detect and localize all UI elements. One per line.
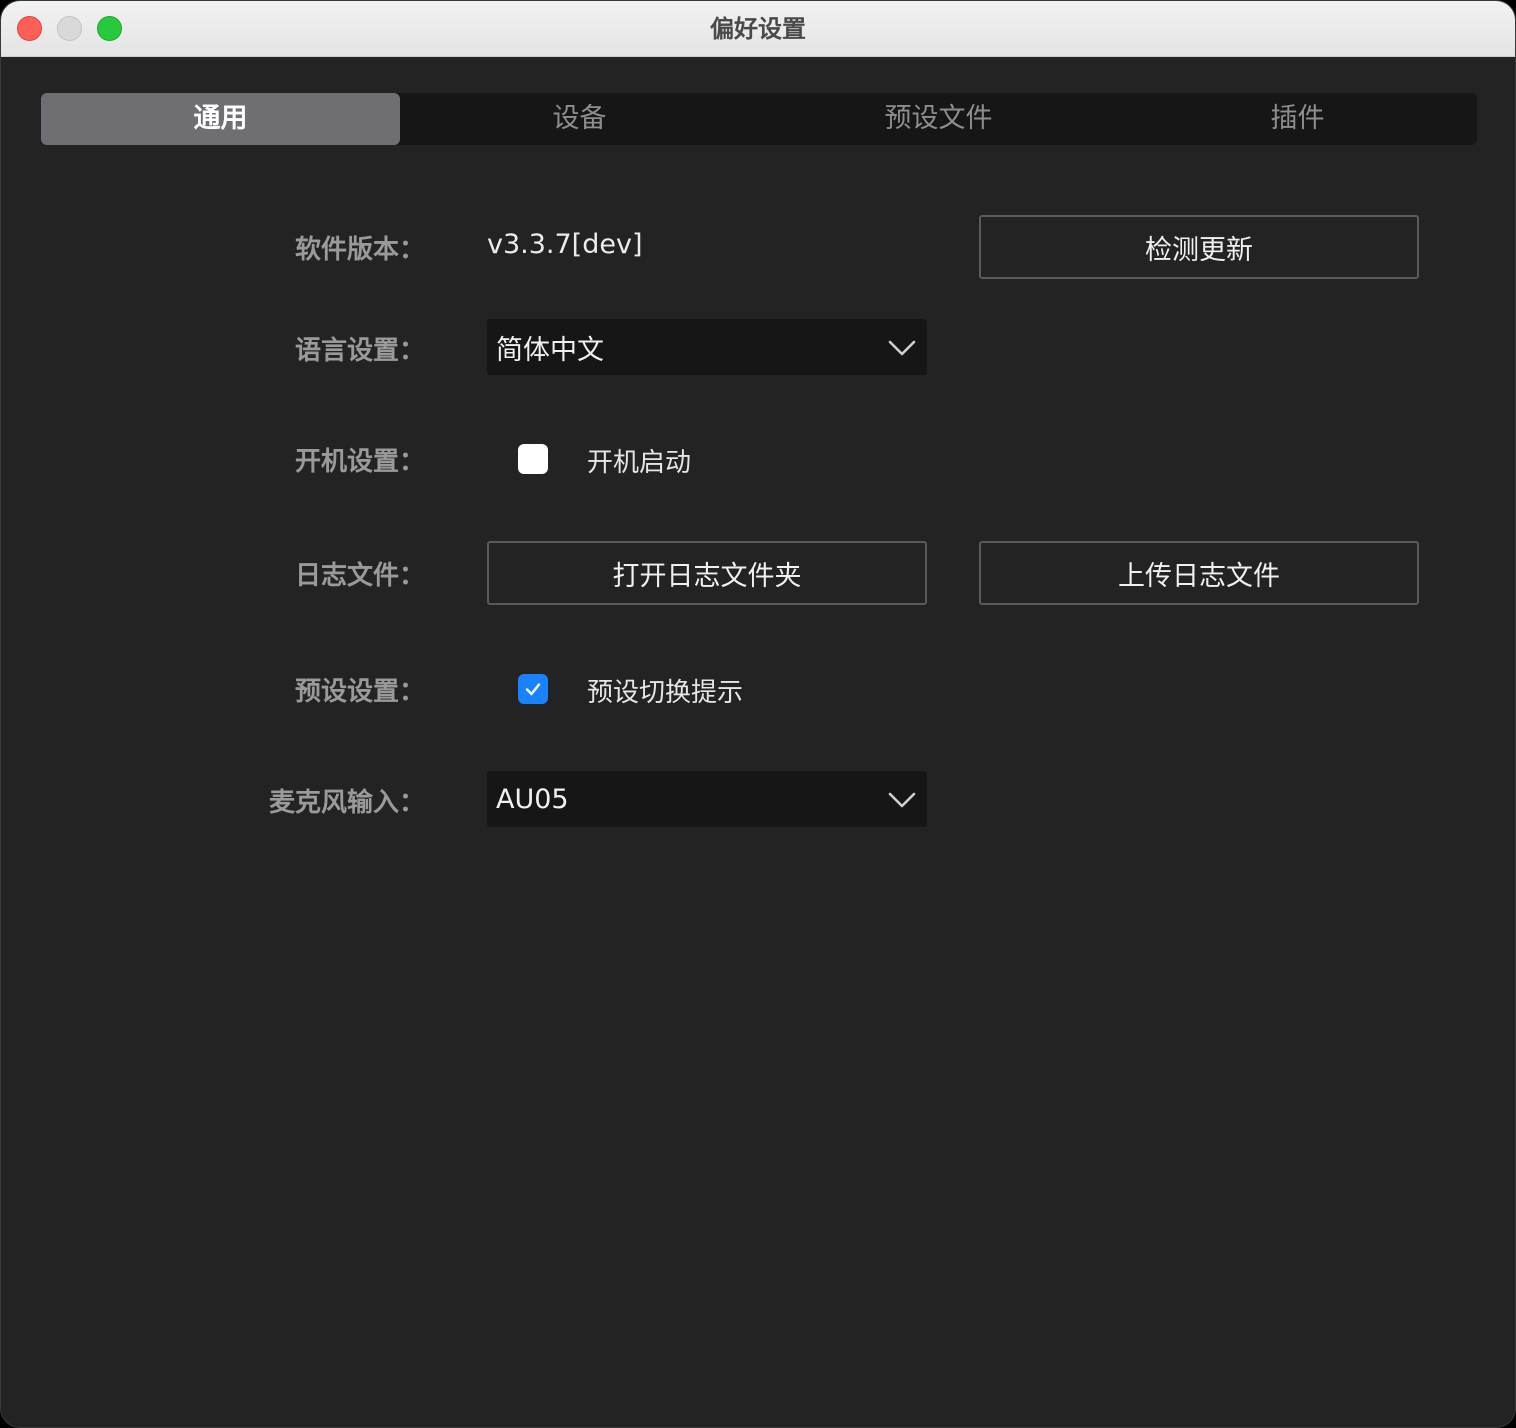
version-value: v3.3.7[dev]: [487, 229, 643, 260]
upload-log-button[interactable]: 上传日志文件: [979, 541, 1419, 605]
tab-general[interactable]: 通用: [41, 93, 400, 145]
window-title: 偏好设置: [710, 15, 806, 43]
tab-bar: 通用 设备 预设文件 插件: [41, 93, 1477, 145]
chevron-down-icon: [888, 340, 916, 356]
language-select-value: 简体中文: [496, 334, 604, 366]
startup-checkbox-label[interactable]: 开机启动: [587, 442, 691, 479]
preset-switch-prompt-label[interactable]: 预设切换提示: [587, 672, 743, 709]
microphone-select[interactable]: AU05: [487, 771, 927, 827]
tab-presets[interactable]: 预设文件: [759, 93, 1118, 145]
log-label: 日志文件：: [294, 561, 425, 591]
microphone-label: 麦克风输入：: [268, 788, 425, 818]
language-label: 语言设置：: [294, 336, 425, 366]
startup-label: 开机设置：: [294, 447, 425, 477]
startup-checkbox[interactable]: [518, 444, 548, 474]
open-log-folder-button[interactable]: 打开日志文件夹: [487, 541, 927, 605]
chevron-down-icon: [888, 792, 916, 808]
microphone-select-value: AU05: [496, 783, 569, 815]
version-label: 软件版本：: [294, 235, 425, 265]
title-bar[interactable]: 偏好设置: [1, 1, 1515, 57]
tab-plugins[interactable]: 插件: [1118, 93, 1477, 145]
preset-switch-prompt-checkbox[interactable]: [518, 674, 548, 704]
preferences-window: 偏好设置 通用 设备 预设文件 插件 软件版本： v3.3.7[dev] 检测更…: [0, 0, 1516, 1428]
language-select[interactable]: 简体中文: [487, 319, 927, 375]
preset-label: 预设设置：: [294, 677, 425, 707]
check-update-button[interactable]: 检测更新: [979, 215, 1419, 279]
tab-devices[interactable]: 设备: [400, 93, 759, 145]
checkmark-icon: [525, 683, 541, 696]
